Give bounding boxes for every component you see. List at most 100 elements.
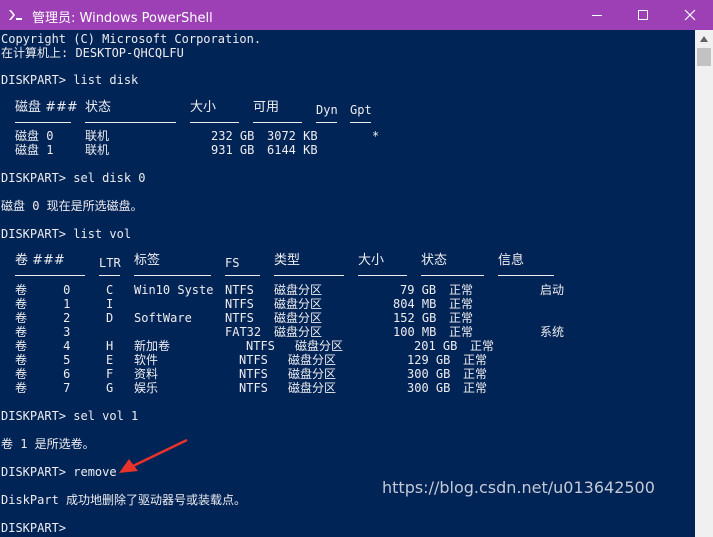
table-cell: 联机: [85, 129, 110, 143]
watermark-text: https://blog.csdn.net/u013642500: [382, 478, 655, 497]
command-line: DISKPART> sel disk 0: [1, 171, 146, 185]
table-cell: 卷 0: [15, 283, 71, 297]
table-cell: 联机: [85, 143, 110, 157]
table-cell: 201 GB: [414, 339, 458, 353]
window-title: 管理员: Windows PowerShell: [32, 11, 213, 26]
table-cell: *: [372, 129, 380, 143]
header-underline: [85, 122, 176, 123]
header-underline: [350, 122, 371, 123]
table-cell: 正常: [449, 311, 474, 325]
maximize-button[interactable]: [620, 0, 666, 30]
header-underline: [15, 275, 85, 276]
command-line: DISKPART> list disk: [1, 73, 139, 87]
table-cell: 卷 7: [15, 381, 71, 395]
console-output[interactable]: Copyright (C) Microsoft Corporation. 在计算…: [0, 30, 695, 537]
table-cell: 正常: [449, 325, 474, 339]
header-underline: [99, 275, 120, 276]
title-bar[interactable]: 管理员: Windows PowerShell: [0, 0, 713, 30]
maximize-icon: [638, 10, 648, 20]
table-header: 大小: [358, 253, 385, 268]
table-cell: 磁盘分区: [288, 367, 337, 381]
table-cell: 300 GB: [407, 381, 451, 395]
minimize-icon: [592, 15, 602, 16]
table-cell: 卷 5: [15, 353, 71, 367]
table-cell: 152 GB: [393, 311, 437, 325]
header-underline: [190, 122, 239, 123]
table-header: 类型: [274, 253, 301, 268]
command-line: DISKPART> remove: [1, 465, 117, 479]
table-cell: 磁盘分区: [274, 283, 323, 297]
table-cell: NTFS: [239, 353, 268, 367]
table-cell: 磁盘 1: [15, 143, 54, 157]
table-cell: F: [106, 367, 114, 381]
table-cell: 正常: [463, 353, 488, 367]
table-cell: 931 GB: [211, 143, 255, 157]
table-header: Gpt: [350, 103, 372, 117]
table-cell: 300 GB: [407, 367, 451, 381]
table-header: 状态: [421, 253, 448, 268]
output-message: 磁盘 0 现在是所选磁盘。: [1, 199, 143, 213]
table-cell: 软件: [134, 353, 159, 367]
table-cell: 79 GB: [400, 283, 437, 297]
header-underline: [253, 122, 302, 123]
scrollbar-thumb[interactable]: [697, 48, 711, 66]
table-cell: NTFS: [239, 381, 268, 395]
header-underline: [225, 275, 260, 276]
table-cell: 磁盘分区: [274, 325, 323, 339]
table-cell: 正常: [463, 367, 488, 381]
table-header: 标签: [134, 253, 161, 268]
table-header: 信息: [498, 253, 525, 268]
table-cell: NTFS: [225, 283, 254, 297]
header-underline: [358, 275, 407, 276]
chevron-up-icon: [700, 36, 708, 42]
minimize-button[interactable]: [574, 0, 620, 30]
table-cell: 3072 KB: [267, 129, 318, 143]
table-header: FS: [225, 256, 240, 270]
table-cell: 卷 6: [15, 367, 71, 381]
table-cell: 正常: [449, 283, 474, 297]
powershell-icon: [9, 10, 22, 20]
table-cell: 卷 2: [15, 311, 71, 325]
table-header: LTR: [99, 256, 121, 270]
scroll-up-button[interactable]: [695, 30, 713, 48]
header-underline: [498, 275, 554, 276]
output-message: 卷 1 是所选卷。: [1, 437, 95, 451]
banner-line: Copyright (C) Microsoft Corporation.: [1, 32, 262, 46]
table-cell: 磁盘分区: [295, 339, 344, 353]
table-cell: 磁盘分区: [288, 353, 337, 367]
table-cell: 卷 3: [15, 325, 71, 339]
table-cell: 正常: [463, 381, 488, 395]
table-cell: 卷 4: [15, 339, 71, 353]
table-cell: 100 MB: [393, 325, 437, 339]
command-line: DISKPART> list vol: [1, 227, 132, 241]
table-cell: NTFS: [246, 339, 275, 353]
table-cell: C: [106, 283, 114, 297]
table-header: 卷 ###: [15, 253, 65, 268]
table-cell: 232 GB: [211, 129, 255, 143]
command-prompt[interactable]: DISKPART>: [1, 521, 73, 535]
vertical-scrollbar[interactable]: [695, 30, 713, 537]
table-header: Dyn: [316, 103, 338, 117]
close-button[interactable]: [667, 0, 713, 30]
table-cell: 804 MB: [393, 297, 437, 311]
table-cell: 卷 1: [15, 297, 71, 311]
table-header: 大小: [190, 100, 217, 115]
table-header: 可用: [253, 100, 280, 115]
table-cell: H: [106, 339, 114, 353]
table-cell: 新加卷: [134, 339, 171, 353]
table-cell: Win10 Syste: [134, 283, 214, 297]
table-cell: 129 GB: [407, 353, 451, 367]
table-cell: 娱乐: [134, 381, 159, 395]
table-cell: 资料: [134, 367, 159, 381]
header-underline: [421, 275, 484, 276]
table-cell: 正常: [470, 339, 495, 353]
table-cell: D: [106, 311, 114, 325]
table-cell: 磁盘 0: [15, 129, 54, 143]
table-cell: 磁盘分区: [274, 297, 323, 311]
table-cell: NTFS: [225, 311, 254, 325]
table-cell: NTFS: [239, 367, 268, 381]
table-cell: 6144 KB: [267, 143, 318, 157]
table-header: 状态: [85, 100, 112, 115]
header-underline: [274, 275, 344, 276]
header-underline: [134, 275, 211, 276]
